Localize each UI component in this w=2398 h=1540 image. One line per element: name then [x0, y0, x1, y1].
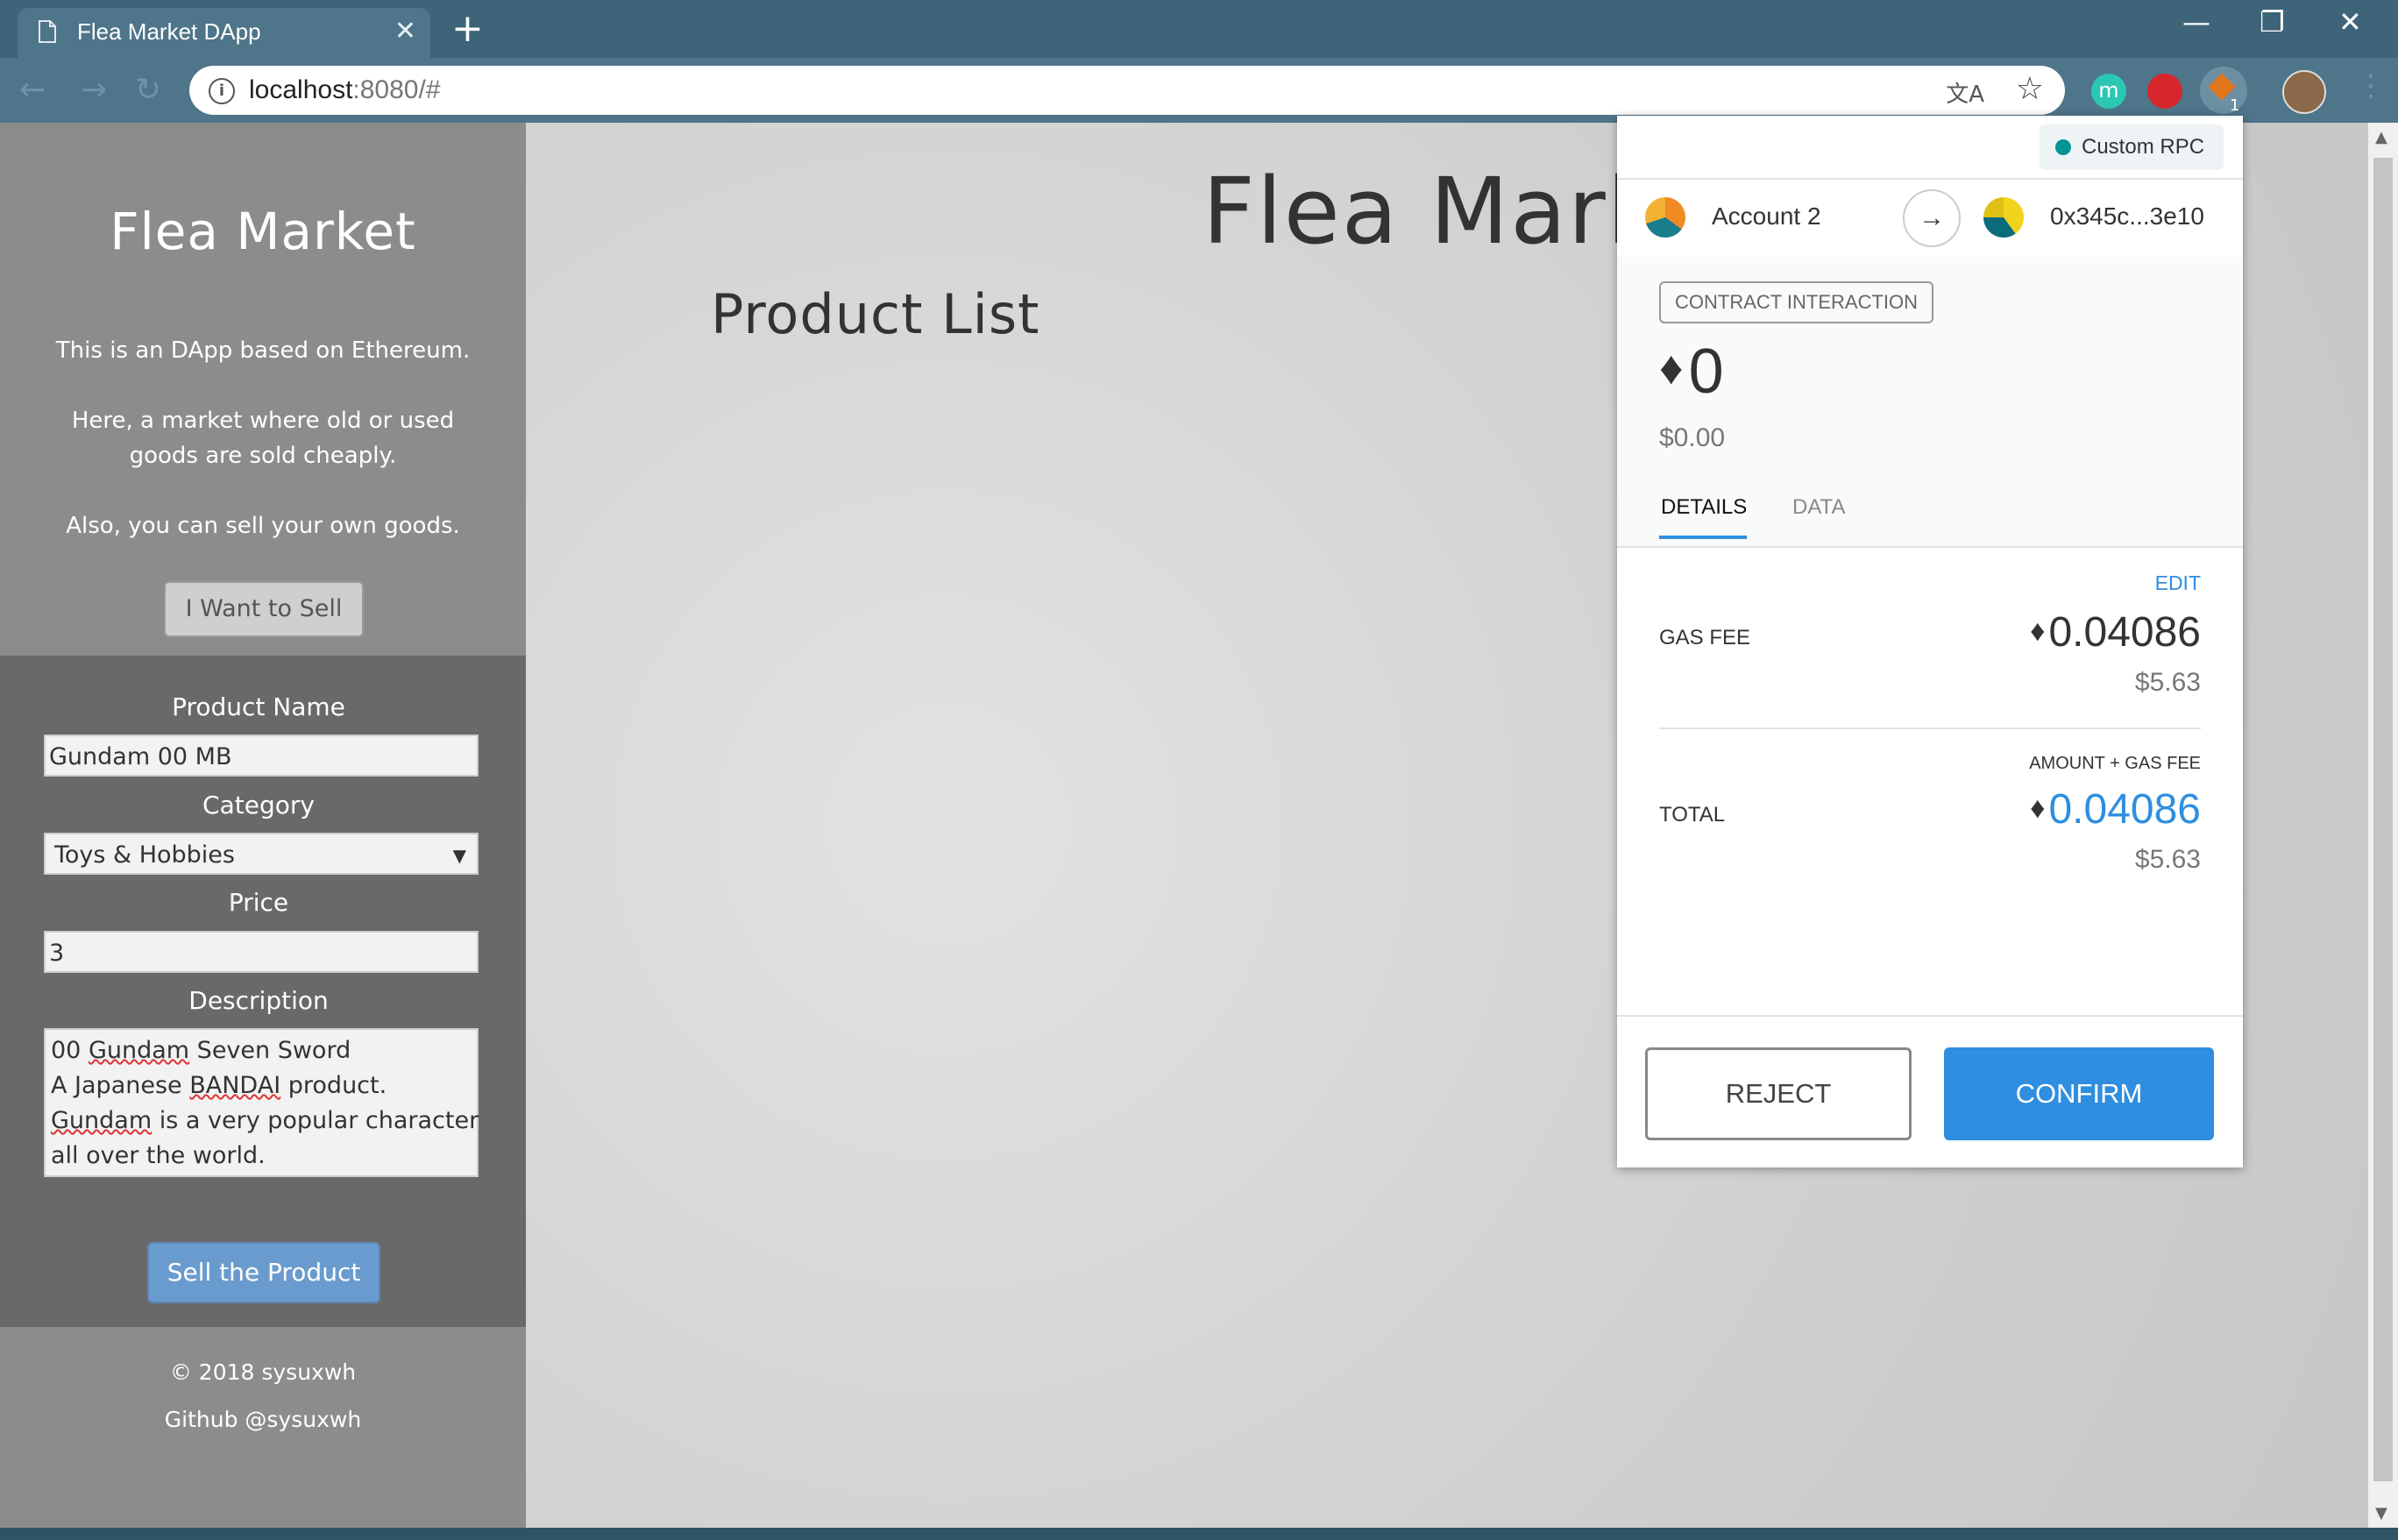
eth-icon: ♦ — [2030, 791, 2046, 825]
description-line: all over the world. — [51, 1142, 266, 1169]
new-tab-button[interactable]: + — [451, 8, 484, 50]
eth-icon: ♦ — [1659, 342, 1684, 394]
eth-icon: ♦ — [2030, 614, 2046, 648]
account-transfer-row: Account 2 → 0x345c...3e10 — [1617, 178, 2243, 259]
gas-fee-fiat: $5.63 — [2134, 668, 2201, 697]
minimize-icon[interactable]: — — [2182, 5, 2210, 39]
url-host: localhost — [249, 75, 353, 104]
total-label: TOTAL — [1659, 803, 1726, 827]
divider — [1659, 727, 2201, 729]
bookmark-star-icon[interactable]: ☆ — [2016, 71, 2044, 107]
gas-fee-eth: ♦0.04086 — [2030, 608, 2201, 656]
page-scrollbar[interactable]: ▲ ▼ — [2368, 123, 2398, 1528]
scroll-thumb[interactable] — [2373, 158, 2393, 1481]
metamask-fox-icon[interactable]: 1 — [2200, 67, 2247, 115]
network-status-dot — [2055, 139, 2071, 155]
extension-m-icon[interactable]: m — [2091, 74, 2126, 109]
gas-fee-eth-value: 0.04086 — [2048, 609, 2201, 656]
arrow-right-icon: → — [1903, 189, 1961, 247]
profile-avatar[interactable] — [2282, 70, 2326, 114]
tab-title: Flea Market DApp — [77, 18, 261, 45]
github-text: Github @sysuxwh — [164, 1407, 362, 1432]
description-line: Gundam is a very popular character — [51, 1107, 479, 1134]
total-eth-value: 0.04086 — [2048, 786, 2201, 833]
tab-details[interactable]: DETAILS — [1661, 495, 1747, 520]
forward-icon[interactable]: → — [81, 72, 107, 108]
confirm-button[interactable]: CONFIRM — [1944, 1047, 2214, 1140]
category-value: Toys & Hobbies — [54, 841, 235, 869]
dropdown-arrow-icon: ▼ — [452, 845, 466, 866]
description-line: A Japanese BANDAI product. — [51, 1072, 387, 1099]
eth-amount: ♦0 — [1659, 336, 1724, 408]
document-icon — [39, 20, 56, 43]
sidebar-title: Flea Market — [110, 202, 416, 261]
scroll-down-icon[interactable]: ▼ — [2375, 1504, 2387, 1522]
intro-text-1: This is an DApp based on Ethereum. — [55, 337, 471, 364]
fiat-amount: $0.00 — [1659, 423, 1726, 452]
product-name-input[interactable]: Gundam 00 MB — [44, 735, 479, 777]
adblock-icon[interactable] — [2147, 74, 2182, 109]
network-selector[interactable]: Custom RPC — [2040, 124, 2224, 170]
active-tab-indicator — [1659, 536, 1747, 539]
tab-close-icon[interactable]: ✕ — [394, 16, 416, 46]
sidebar-intro: Flea Market This is an DApp based on Eth… — [0, 123, 526, 656]
browser-title-bar: Flea Market DApp ✕ + — ❐ ✕ — [0, 0, 2398, 58]
browser-tab[interactable]: Flea Market DApp ✕ — [18, 8, 430, 58]
i-want-to-sell-button[interactable]: I Want to Sell — [164, 581, 364, 637]
transaction-summary: CONTRACT INTERACTION ♦0 $0.00 DETAILS DA… — [1617, 257, 2243, 546]
address-bar[interactable]: i localhost:8080/# 文A ☆ — [189, 66, 2065, 115]
category-label: Category — [202, 791, 315, 820]
from-account-identicon — [1645, 197, 1685, 238]
total-eth: ♦0.04086 — [2030, 785, 2201, 834]
description-textarea[interactable]: 00 Gundam Seven Sword A Japanese BANDAI … — [44, 1028, 479, 1177]
window-close-icon[interactable]: ✕ — [2338, 5, 2362, 39]
metamask-header: Custom RPC — [1617, 116, 2243, 178]
restore-icon[interactable]: ❐ — [2260, 5, 2285, 39]
divider — [1617, 546, 2243, 548]
url-text[interactable]: localhost:8080/# — [249, 75, 441, 105]
gas-fee-label: GAS FEE — [1659, 626, 1751, 649]
translate-icon[interactable]: 文A — [1946, 76, 1984, 109]
extension-badge: 1 — [2230, 96, 2240, 115]
site-info-icon[interactable]: i — [209, 78, 235, 104]
tab-data[interactable]: DATA — [1792, 495, 1845, 520]
back-icon[interactable]: ← — [19, 72, 46, 108]
amount-plus-gas-label: AMOUNT + GAS FEE — [2029, 754, 2201, 773]
reject-button[interactable]: REJECT — [1645, 1047, 1912, 1140]
browser-toolbar: ← → ↻ i localhost:8080/# 文A ☆ m 1 ⋮ — [0, 58, 2398, 123]
to-address[interactable]: 0x345c...3e10 — [2050, 202, 2204, 231]
price-input[interactable]: 3 — [44, 931, 479, 973]
sell-product-button[interactable]: Sell the Product — [147, 1242, 380, 1303]
network-name: Custom RPC — [2082, 135, 2205, 159]
scroll-up-icon[interactable]: ▲ — [2375, 128, 2387, 146]
metamask-popup: Custom RPC Account 2 → 0x345c...3e10 CON… — [1617, 116, 2243, 1167]
reload-icon[interactable]: ↻ — [135, 72, 161, 108]
intro-text-2: Here, a market where old or used goods a… — [71, 408, 455, 469]
description-line: 00 Gundam Seven Sword — [51, 1037, 351, 1064]
browser-menu-icon[interactable]: ⋮ — [2356, 68, 2386, 103]
url-path: :8080/# — [352, 75, 441, 104]
copyright-text: © 2018 sysuxwh — [169, 1359, 357, 1385]
total-fiat: $5.63 — [2134, 845, 2201, 874]
eth-amount-value: 0 — [1688, 337, 1724, 407]
sidebar: Flea Market This is an DApp based on Eth… — [0, 123, 526, 1528]
price-label: Price — [228, 888, 289, 917]
to-account-identicon — [1983, 197, 2024, 238]
from-account-name: Account 2 — [1712, 202, 1821, 230]
product-name-label: Product Name — [172, 692, 345, 721]
edit-gas-link[interactable]: EDIT — [2155, 571, 2201, 595]
product-list-heading: Product List — [711, 282, 1040, 346]
divider — [1617, 1015, 2243, 1017]
contract-interaction-badge: CONTRACT INTERACTION — [1659, 281, 1934, 323]
description-label: Description — [188, 986, 329, 1015]
category-select[interactable]: Toys & Hobbies ▼ — [44, 833, 479, 875]
bottom-bar — [0, 1528, 2398, 1540]
intro-text-3: Also, you can sell your own goods. — [66, 513, 460, 539]
